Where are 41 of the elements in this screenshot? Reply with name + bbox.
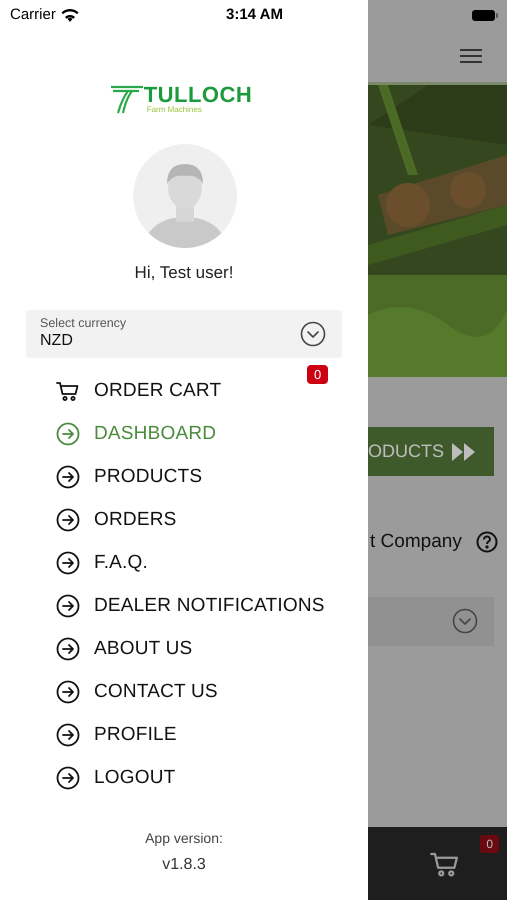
menu-item[interactable]: DASHBOARD — [56, 420, 216, 448]
menu-item[interactable]: F.A.Q. — [56, 548, 148, 578]
count-badge: 0 — [480, 835, 499, 853]
wifi-icon — [60, 8, 79, 22]
field-value: NZD — [40, 331, 74, 352]
count-badge: 0 — [307, 364, 328, 384]
company-label: t Company — [370, 530, 462, 554]
arrow-right-circle-icon — [56, 637, 80, 661]
menu-item[interactable]: ORDER CART — [56, 376, 222, 406]
products-button[interactable]: ODUCTS — [368, 427, 494, 476]
arrow-right-circle-icon — [56, 508, 80, 532]
fast-forward-icon — [452, 442, 476, 460]
arrow-right-circle-icon — [56, 551, 80, 575]
menu-item[interactable]: PRODUCTS — [56, 462, 202, 492]
menu-icon[interactable] — [459, 48, 483, 64]
logo: TULLOCH Farm Machines — [110, 84, 252, 114]
arrow-right-circle-icon — [56, 422, 80, 446]
version-number: v1.8.3 — [162, 854, 206, 874]
version-label: App version: — [145, 828, 223, 848]
currency-select[interactable]: Select currency NZD — [26, 310, 342, 358]
greeting: Hi, Test user! — [134, 262, 234, 284]
menu-item[interactable]: CONTACT US — [56, 678, 218, 706]
cart-icon — [56, 379, 80, 403]
help-icon[interactable] — [476, 531, 498, 554]
arrow-right-circle-icon — [56, 594, 80, 618]
chevron-down-circle-icon — [300, 320, 326, 346]
battery-icon — [471, 8, 499, 22]
menu-item[interactable]: LOGOUT — [56, 764, 176, 792]
field-label: Select currency — [40, 316, 126, 332]
menu-item[interactable]: DEALER NOTIFICATIONS — [56, 592, 325, 620]
chevron-down-circle-icon — [452, 608, 478, 634]
menu-item[interactable]: ABOUT US — [56, 634, 192, 664]
menu-item[interactable]: ORDERS — [56, 506, 176, 534]
clock: 3:14 AM — [226, 4, 283, 25]
carrier-label: Carrier — [10, 4, 56, 25]
arrow-right-circle-icon — [56, 680, 80, 704]
arrow-right-circle-icon — [56, 465, 80, 489]
arrow-right-circle-icon — [56, 723, 80, 747]
dropdown-field[interactable] — [368, 596, 494, 646]
menu-item[interactable]: PROFILE — [56, 720, 177, 750]
arrow-right-circle-icon — [56, 766, 80, 790]
